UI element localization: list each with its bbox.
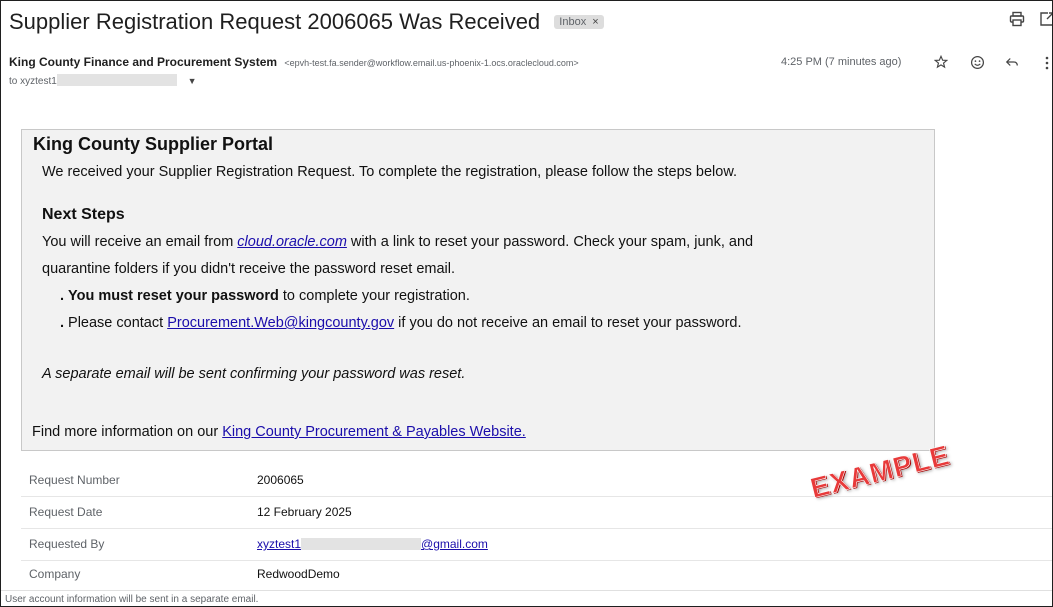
star-icon[interactable]	[931, 54, 951, 73]
footer-note: User account information will be sent in…	[5, 594, 259, 605]
chevron-down-icon[interactable]: ▼	[188, 76, 197, 86]
separate-email-note: A separate email will be sent confirming…	[42, 366, 466, 382]
row-divider	[21, 560, 1052, 561]
sender-info: King County Finance and Procurement Syst…	[9, 55, 579, 69]
bullet-dot: .	[60, 288, 65, 304]
portal-title: King County Supplier Portal	[33, 134, 274, 154]
company-label: Company	[29, 567, 81, 581]
recipient-line: to xyztest1 ▼	[9, 74, 197, 87]
emoji-reaction-icon[interactable]	[967, 55, 987, 73]
email-timestamp: 4:25 PM (7 minutes ago)	[781, 56, 902, 68]
sender-name[interactable]: King County Finance and Procurement Syst…	[9, 55, 277, 69]
print-icon[interactable]	[1007, 11, 1027, 31]
email-window: Supplier Registration Request 2006065 Wa…	[0, 0, 1053, 607]
row-divider	[21, 528, 1052, 529]
reset-info-line-2: quarantine folders if you didn't receive…	[42, 261, 456, 277]
subject-row: Supplier Registration Request 2006065 Wa…	[1, 1, 1052, 41]
reply-icon[interactable]	[1002, 55, 1022, 73]
supplier-portal-panel: King County Supplier Portal We received …	[21, 129, 935, 451]
bullet2-prefix: Please contact	[68, 315, 168, 331]
recipient-text: to xyztest1	[9, 76, 57, 87]
remove-label-icon[interactable]: ×	[592, 16, 598, 28]
reset-prefix: You will receive an email from	[42, 234, 238, 250]
sender-row: King County Finance and Procurement Syst…	[1, 54, 1052, 95]
sender-email: <epvh-test.fa.sender@workflow.email.us-p…	[284, 58, 579, 68]
open-in-new-window-icon[interactable]	[1037, 11, 1052, 31]
requester-email-redaction	[301, 538, 422, 550]
find-more-prefix: Find more information on our	[32, 424, 223, 440]
request-number-label: Request Number	[29, 473, 120, 487]
cloud-oracle-link[interactable]: cloud.oracle.com	[237, 234, 347, 250]
company-value: RedwoodDemo	[257, 567, 340, 581]
request-date-value: 12 February 2025	[257, 505, 352, 519]
requester-email-prefix: xyztest1	[257, 537, 302, 551]
email-subject: Supplier Registration Request 2006065 Wa…	[9, 9, 604, 35]
reset-info-line: You will receive an email from cloud.ora…	[42, 234, 753, 250]
procurement-website-link[interactable]: King County Procurement & Payables Websi…	[222, 424, 526, 440]
reset-suffix: with a link to reset your password. Chec…	[346, 234, 754, 250]
bullet-reset-required: . You must reset your password to complet…	[60, 288, 470, 304]
intro-text: We received your Supplier Registration R…	[42, 164, 738, 180]
procurement-email-link[interactable]: Procurement.Web@kingcounty.gov	[167, 315, 394, 331]
requested-by-value: xyztest1 @gmail.com	[257, 537, 488, 551]
request-date-label: Request Date	[29, 505, 103, 519]
bullet1-rest: to complete your registration.	[278, 288, 470, 304]
requested-by-label: Requested By	[29, 537, 105, 551]
inbox-label-chip[interactable]: Inbox ×	[554, 15, 604, 29]
bullet-dot: .	[60, 315, 65, 331]
find-more-line: Find more information on our King County…	[32, 424, 526, 440]
requester-email-link[interactable]: xyztest1 @gmail.com	[257, 537, 488, 551]
requester-email-suffix: @gmail.com	[421, 537, 488, 551]
inbox-label-text: Inbox	[559, 16, 587, 28]
request-number-value: 2006065	[257, 473, 304, 487]
bullet-contact: . Please contact Procurement.Web@kingcoun…	[60, 315, 742, 331]
next-steps-heading: Next Steps	[42, 206, 125, 223]
more-vert-icon[interactable]	[1037, 55, 1052, 73]
bullet2-suffix: if you do not receive an email to reset …	[394, 315, 742, 331]
row-divider	[21, 496, 1052, 497]
bullet1-bold: You must reset your password	[68, 288, 279, 304]
recipient-redaction	[56, 74, 177, 86]
subject-text: Supplier Registration Request 2006065 Wa…	[9, 9, 541, 34]
footer-divider	[1, 590, 1052, 591]
